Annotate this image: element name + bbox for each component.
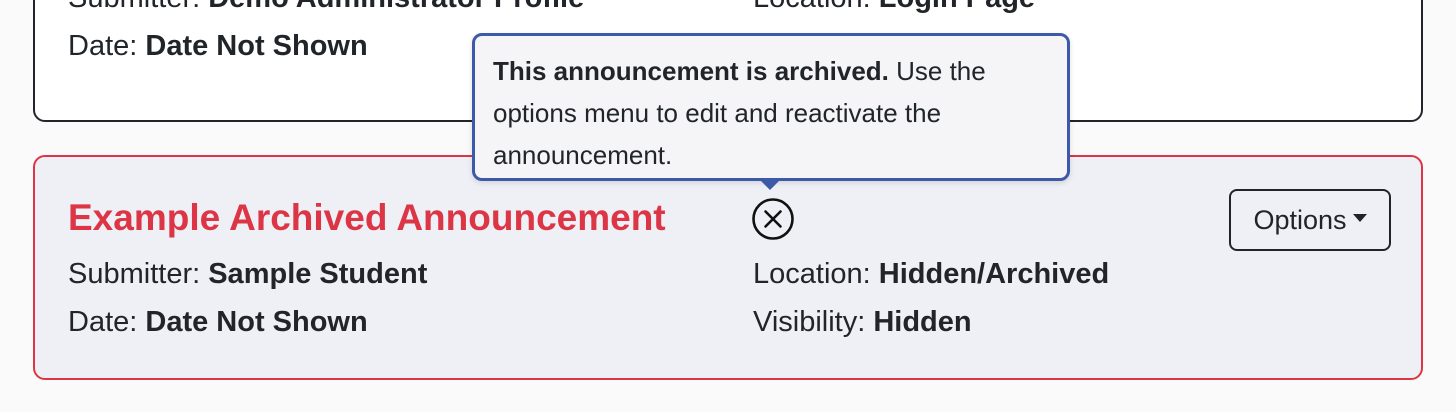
date-value: Date Not Shown <box>145 30 368 62</box>
archived-tooltip: This announcement is archived. Use the o… <box>472 33 1070 181</box>
date-value: Date Not Shown <box>145 306 368 338</box>
location-label: Location: <box>753 258 879 290</box>
date-label: Date: <box>68 30 146 62</box>
submitter-row: Submitter: Sample Student <box>68 260 427 289</box>
options-label: Options <box>1253 204 1347 235</box>
location-label: Location: <box>753 0 879 14</box>
location-row: Location: Login Page <box>753 0 1035 13</box>
location-value: Login Page <box>879 0 1035 14</box>
visibility-row: Visibility: Hidden <box>753 308 972 337</box>
visibility-label: Visibility: <box>753 306 874 338</box>
options-dropdown-button[interactable]: Options <box>1229 189 1391 251</box>
date-row: Date: Date Not Shown <box>68 308 368 337</box>
visibility-value: Hidden <box>873 306 972 338</box>
announcement-title: Example Archived Announcement <box>68 197 666 238</box>
archived-announcement-card: Example Archived Announcement Options Su… <box>33 155 1423 380</box>
submitter-label: Submitter: <box>68 258 209 290</box>
circle-x-icon[interactable] <box>751 197 795 241</box>
location-value: Hidden/Archived <box>878 258 1110 290</box>
caret-down-icon <box>1352 214 1367 222</box>
tooltip-bold-text: This announcement is archived. <box>493 56 889 86</box>
date-label: Date: <box>68 306 146 338</box>
date-row: Date: Date Not Shown <box>68 32 368 61</box>
submitter-value: Demo Administrator Profile <box>208 0 584 14</box>
submitter-label: Submitter: <box>68 0 208 14</box>
tooltip-arrow <box>760 180 780 190</box>
submitter-row: Submitter: Demo Administrator Profile <box>68 0 584 13</box>
submitter-value: Sample Student <box>208 258 428 290</box>
location-row: Location: Hidden/Archived <box>753 260 1109 289</box>
